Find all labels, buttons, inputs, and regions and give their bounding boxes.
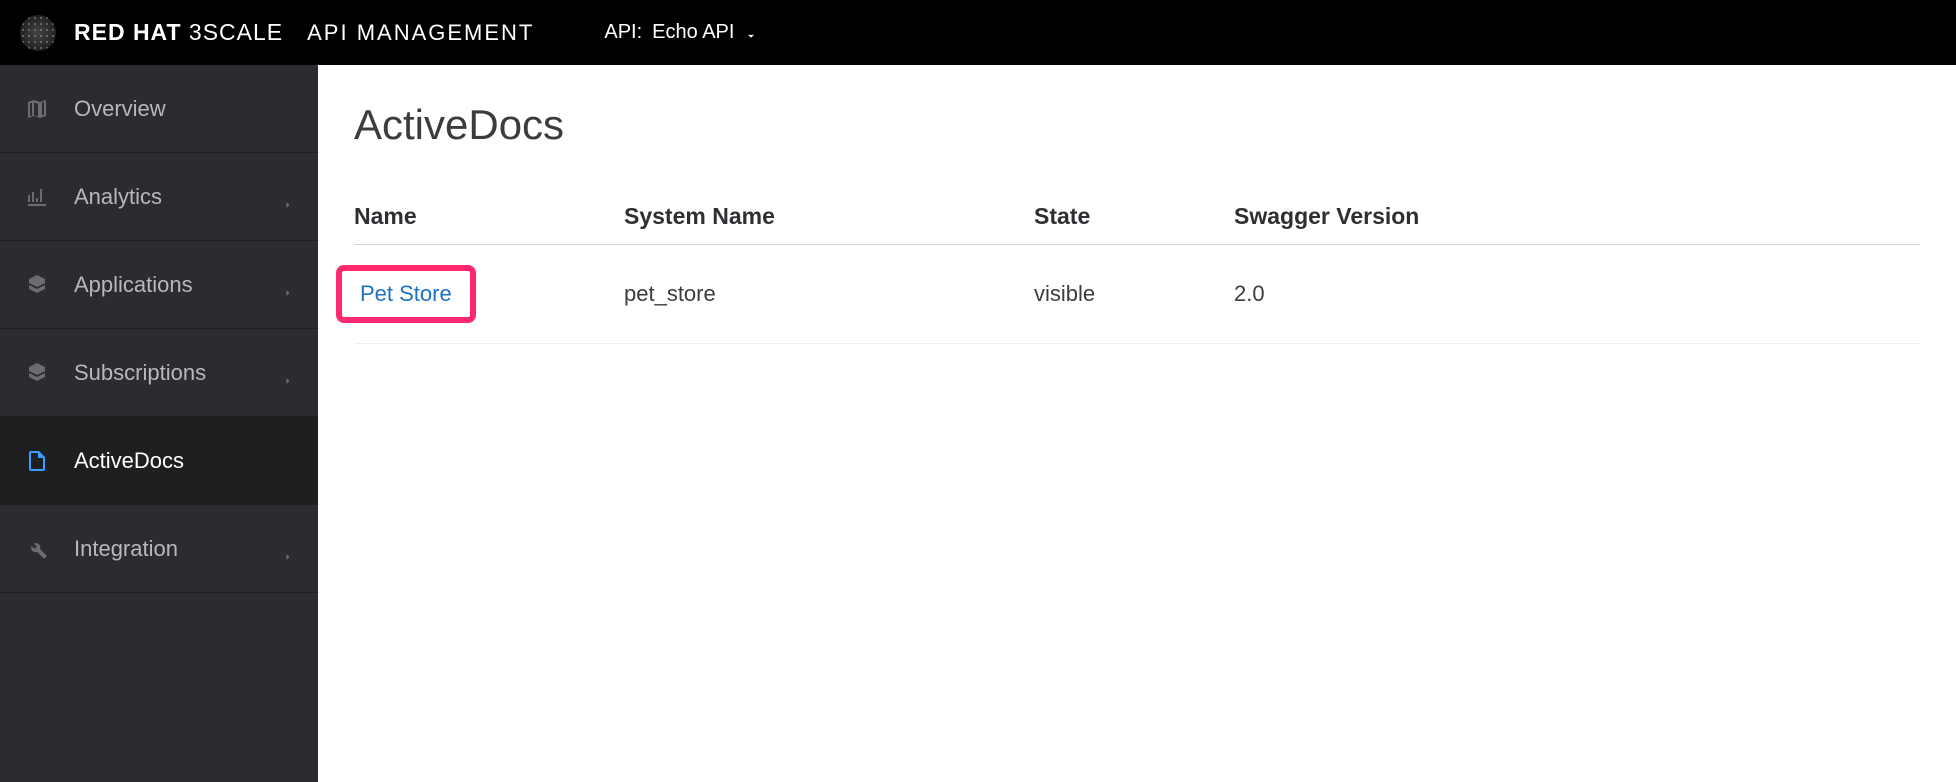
document-icon — [24, 448, 50, 474]
cell-name: Pet Store — [354, 245, 624, 344]
table-header-row: Name System Name State Swagger Version — [354, 189, 1920, 245]
sidebar-item-label: Applications — [74, 272, 193, 298]
wrench-icon — [24, 536, 50, 562]
product-name: API MANAGEMENT — [307, 20, 534, 46]
chart-icon — [24, 184, 50, 210]
chevron-right-icon — [282, 279, 294, 291]
chevron-right-icon — [282, 367, 294, 379]
table-row: Pet Store pet_store visible 2.0 — [354, 245, 1920, 344]
brand-strong: RED HAT — [74, 19, 182, 45]
sidebar-item-activedocs[interactable]: ActiveDocs — [0, 417, 318, 505]
sidebar-item-overview[interactable]: Overview — [0, 65, 318, 153]
logo-icon — [20, 15, 56, 51]
sidebar-item-label: Integration — [74, 536, 178, 562]
column-header-state: State — [1034, 189, 1234, 245]
logo-area: RED HAT 3SCALE API MANAGEMENT — [20, 15, 534, 51]
cubes-icon — [24, 272, 50, 298]
sidebar-item-label: Analytics — [74, 184, 162, 210]
activedocs-table: Name System Name State Swagger Version P… — [354, 189, 1920, 344]
sidebar-item-integration[interactable]: Integration — [0, 505, 318, 593]
api-selector-prefix: API: — [604, 21, 642, 44]
column-header-name: Name — [354, 189, 624, 245]
chevron-down-icon — [744, 26, 758, 40]
cell-swagger-version: 2.0 — [1234, 245, 1920, 344]
brand-light: 3SCALE — [189, 19, 283, 45]
column-header-swagger-version: Swagger Version — [1234, 189, 1920, 245]
cubes-icon — [24, 360, 50, 386]
top-bar: RED HAT 3SCALE API MANAGEMENT API: Echo … — [0, 0, 1956, 65]
sidebar-item-label: Overview — [74, 96, 166, 122]
api-selector-dropdown[interactable]: API: Echo API — [604, 21, 758, 44]
cell-system-name: pet_store — [624, 245, 1034, 344]
cell-state: visible — [1034, 245, 1234, 344]
sidebar-item-label: ActiveDocs — [74, 448, 184, 474]
sidebar: Overview Analytics Applications Su — [0, 65, 318, 782]
activedoc-name-link[interactable]: Pet Store — [360, 281, 452, 306]
highlight-annotation: Pet Store — [336, 265, 476, 323]
sidebar-item-applications[interactable]: Applications — [0, 241, 318, 329]
map-icon — [24, 96, 50, 122]
sidebar-item-subscriptions[interactable]: Subscriptions — [0, 329, 318, 417]
chevron-right-icon — [282, 191, 294, 203]
main-content: ActiveDocs Name System Name State Swagge… — [318, 65, 1956, 782]
sidebar-item-label: Subscriptions — [74, 360, 206, 386]
page-title: ActiveDocs — [354, 101, 1920, 149]
api-selector-value: Echo API — [652, 21, 734, 44]
column-header-system-name: System Name — [624, 189, 1034, 245]
sidebar-item-analytics[interactable]: Analytics — [0, 153, 318, 241]
chevron-right-icon — [282, 543, 294, 555]
brand-text: RED HAT 3SCALE — [74, 19, 283, 46]
